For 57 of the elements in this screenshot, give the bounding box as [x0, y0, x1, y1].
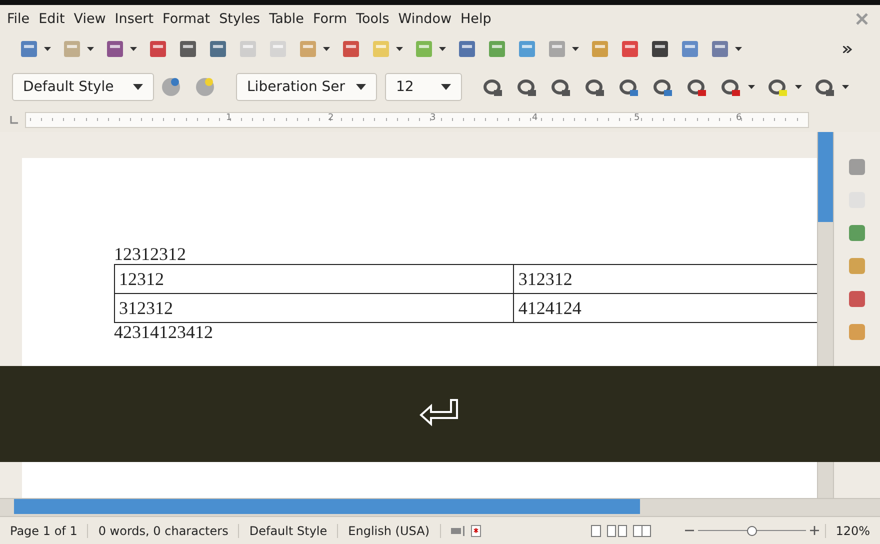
paragraph-style-dropdown[interactable]: Default Style: [12, 73, 154, 101]
table-cell: 312312: [514, 264, 818, 294]
caret-icon: [356, 84, 366, 90]
page-style: Default Style: [239, 524, 338, 538]
single-page-view-icon[interactable]: [590, 524, 601, 536]
menu-item[interactable]: Insert: [114, 10, 159, 26]
table-cell: 12312: [114, 264, 514, 294]
overflow-icon[interactable]: [843, 46, 852, 52]
menu-item[interactable]: File: [6, 10, 35, 26]
table-cell: 312312: [114, 294, 514, 322]
dropdown-arrow-icon[interactable]: [842, 85, 849, 89]
dropdown-arrow-icon[interactable]: [735, 47, 742, 51]
menu-item[interactable]: Window: [397, 10, 456, 26]
tab-stop-icon[interactable]: [10, 116, 18, 124]
ruler-number: 6: [736, 113, 743, 123]
dropdown-arrow-icon[interactable]: [748, 85, 755, 89]
menu-item[interactable]: Tools: [355, 10, 394, 26]
document-paragraph: 12312312: [114, 245, 187, 264]
menu-item[interactable]: Form: [312, 10, 352, 26]
font-name-dropdown[interactable]: Liberation Ser: [236, 73, 377, 101]
font-size-dropdown[interactable]: 12: [385, 73, 462, 101]
menu-item[interactable]: Edit: [38, 10, 70, 26]
ruler[interactable]: 1 2 3 4 5 6: [25, 112, 809, 128]
menu-item[interactable]: View: [72, 10, 111, 26]
word-count: 0 words, 0 characters: [88, 524, 240, 538]
ruler-number: 1: [226, 113, 233, 123]
menu-item[interactable]: Styles: [218, 10, 266, 26]
document-paragraph: 42314123412: [114, 323, 214, 342]
dropdown-arrow-icon[interactable]: [396, 47, 403, 51]
caret-icon: [133, 84, 143, 90]
ruler-number: 4: [532, 113, 539, 123]
language: English (USA): [338, 524, 440, 538]
dropdown-arrow-icon[interactable]: [323, 47, 330, 51]
dropdown-arrow-icon[interactable]: [795, 85, 802, 89]
dropdown-arrow-icon[interactable]: [130, 47, 137, 51]
menu-item[interactable]: Format: [162, 10, 216, 26]
vertical-scrollbar-thumb[interactable]: [818, 132, 834, 222]
ruler-number: 2: [328, 113, 335, 123]
dropdown-arrow-icon[interactable]: [572, 47, 579, 51]
dropdown-arrow-icon[interactable]: [87, 47, 94, 51]
ruler-number: 3: [430, 113, 437, 123]
document-modified-icon: [470, 524, 481, 536]
book-view-icon[interactable]: [632, 524, 651, 536]
dropdown-arrow-icon[interactable]: [439, 47, 446, 51]
ruler-number: 5: [634, 113, 641, 123]
menu-item[interactable]: Table: [268, 10, 309, 26]
zoom-slider-thumb[interactable]: [746, 526, 757, 536]
menu-item[interactable]: Help: [460, 10, 496, 26]
page-count: Page 1 of 1: [0, 524, 88, 538]
dropdown-arrow-icon[interactable]: [44, 47, 51, 51]
zoom-in-icon[interactable]: [810, 526, 819, 535]
close-icon[interactable]: [856, 12, 868, 24]
multi-page-view-icon[interactable]: [606, 524, 627, 536]
zoom-level: 120%: [824, 524, 880, 538]
caret-icon: [441, 84, 451, 90]
horizontal-scrollbar-thumb[interactable]: [14, 499, 640, 514]
insert-mode-icon: [450, 526, 465, 536]
